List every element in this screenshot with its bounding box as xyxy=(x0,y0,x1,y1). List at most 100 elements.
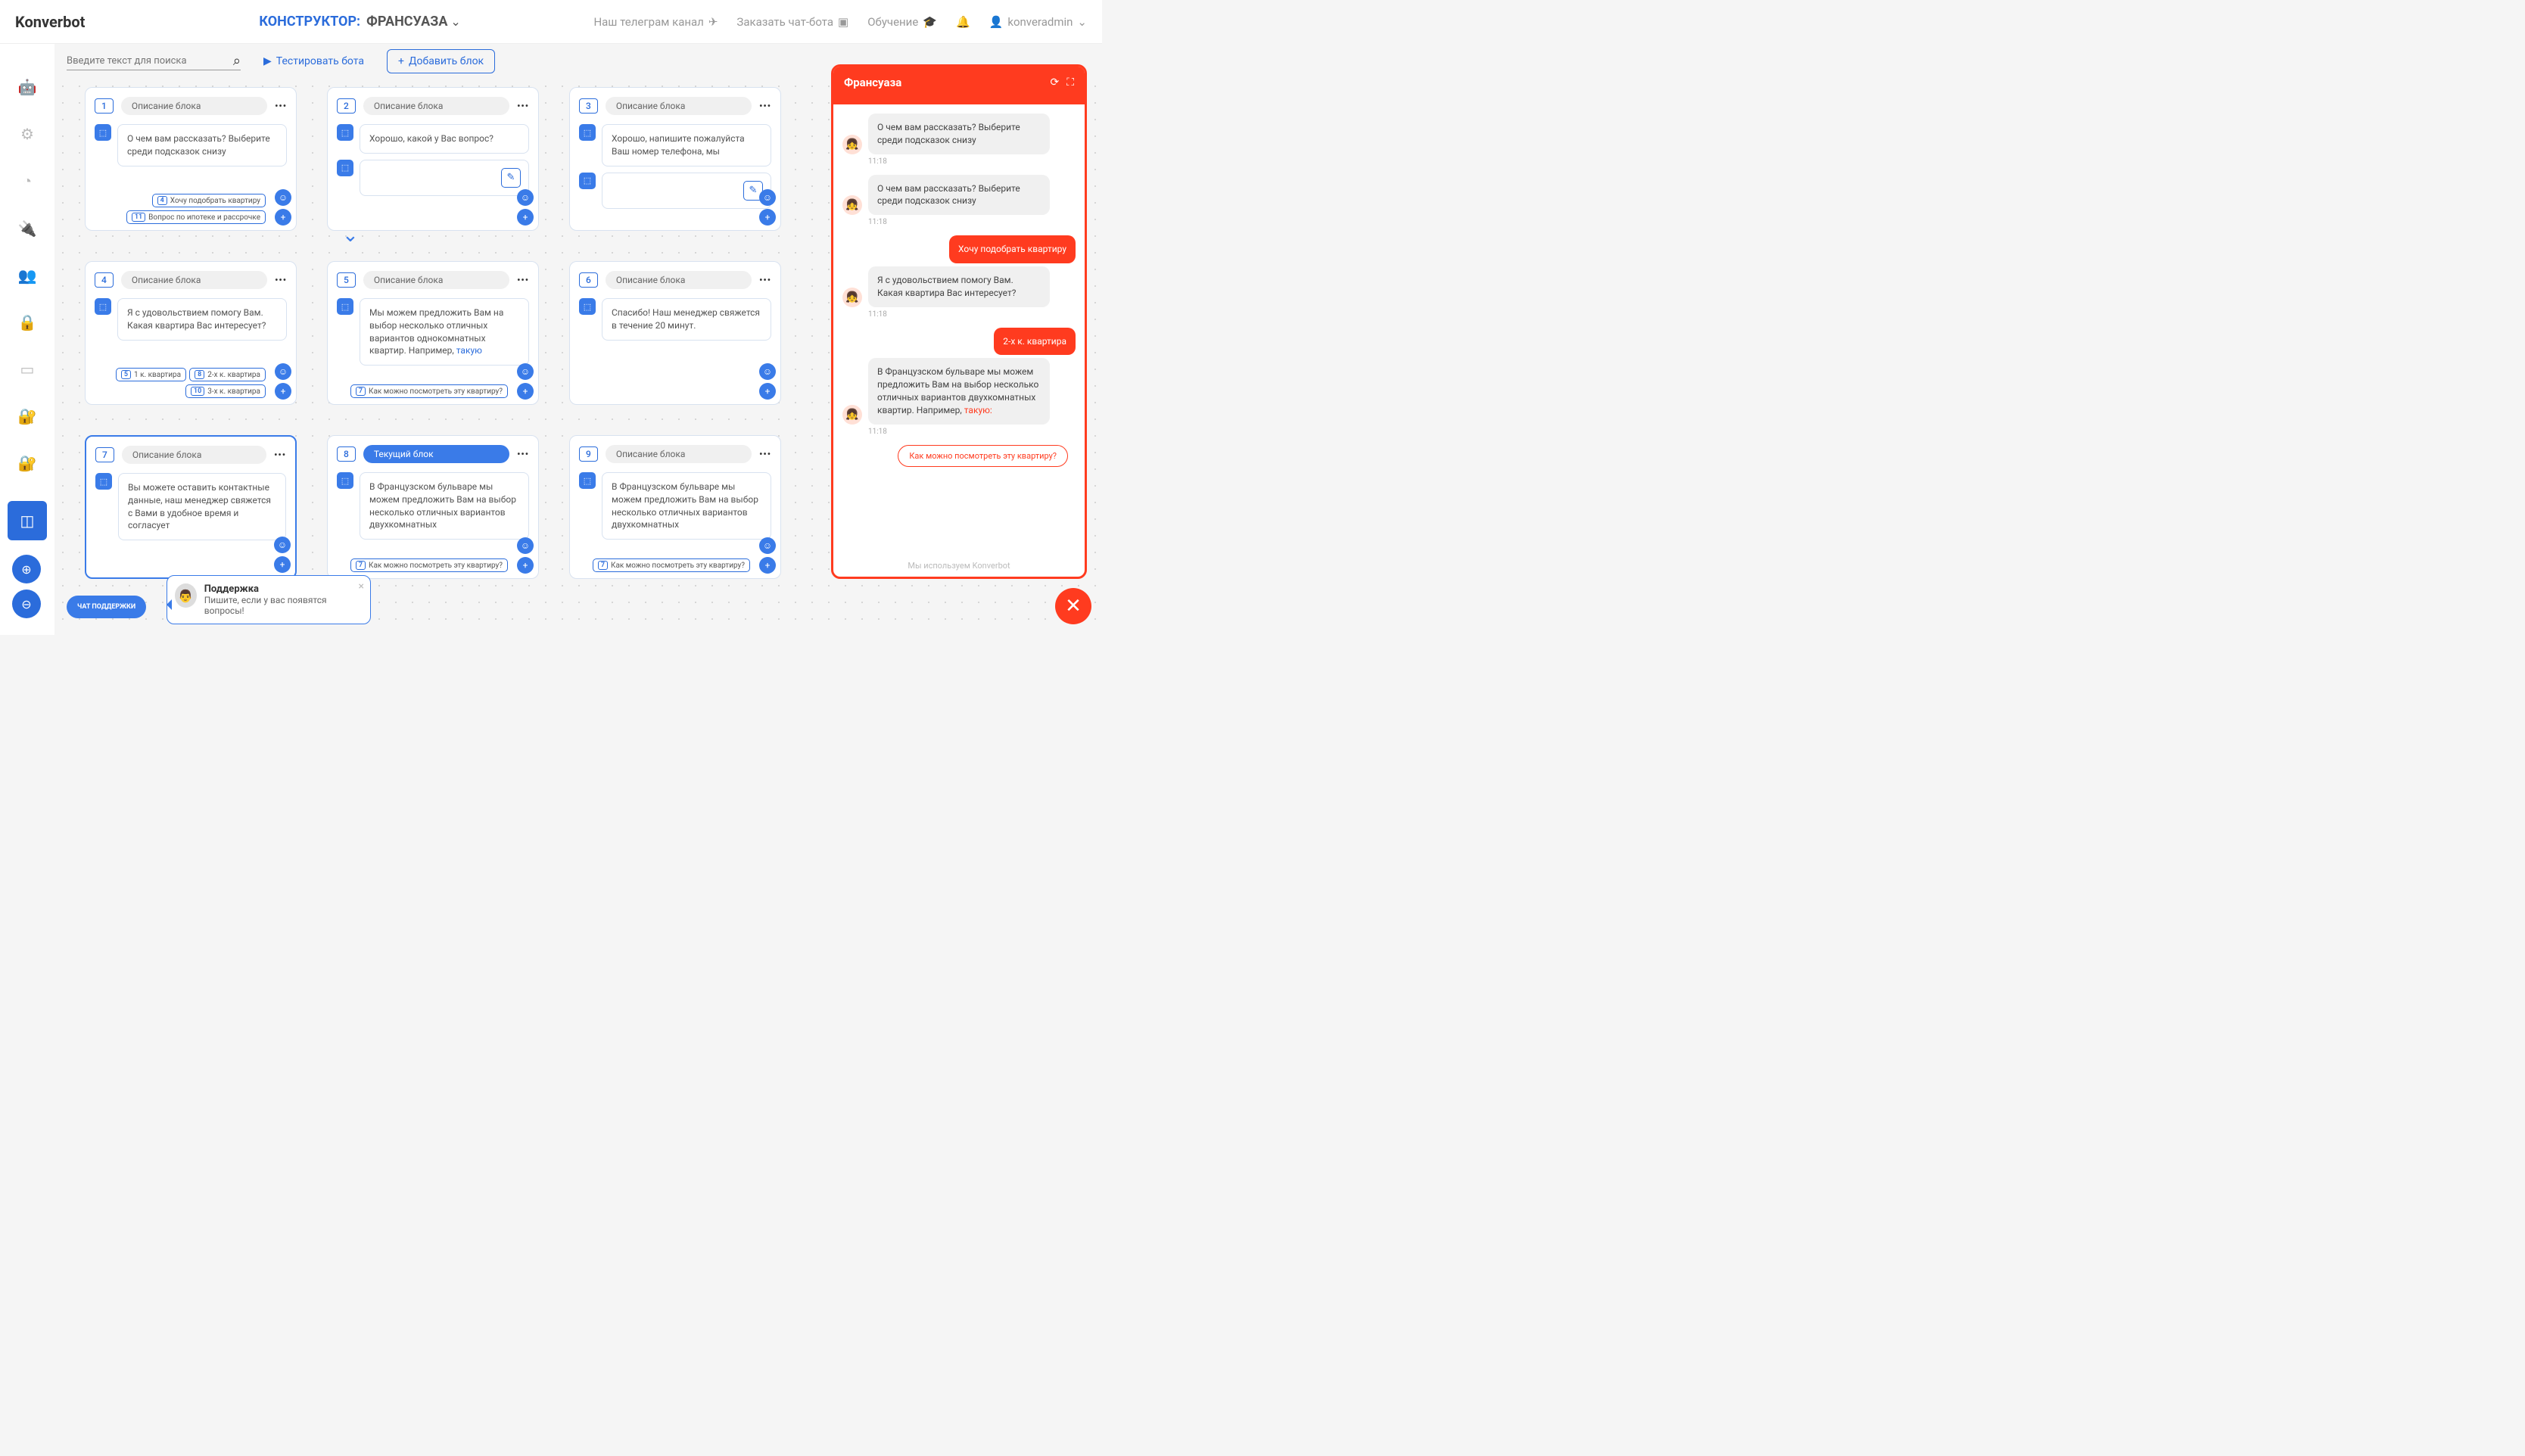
chevron-down-icon[interactable]: ⌄ xyxy=(450,14,460,29)
block-description[interactable]: Описание блока xyxy=(606,271,752,289)
block-description[interactable]: Описание блока xyxy=(606,97,752,115)
block-message[interactable]: Вы можете оставить контактные данные, на… xyxy=(118,473,286,540)
block-description[interactable]: Описание блока xyxy=(122,446,266,464)
builder-icon[interactable]: ◫ xyxy=(8,501,47,540)
input-field[interactable]: ✎ xyxy=(602,173,771,209)
add-icon[interactable]: + xyxy=(759,383,776,400)
preview-body[interactable]: 👧О чем вам рассказать? Выберите среди по… xyxy=(833,104,1085,555)
plug-icon[interactable]: 🔌 xyxy=(18,219,37,238)
bot-icon: ⬚ xyxy=(95,124,111,141)
order-link[interactable]: Заказать чат-бота▣ xyxy=(736,15,848,29)
person-icon[interactable]: ☺ xyxy=(275,363,291,380)
block-menu-icon[interactable]: ••• xyxy=(759,275,771,285)
block-number: 3 xyxy=(579,98,598,114)
search-icon[interactable]: ⌕ xyxy=(233,53,241,69)
search-input[interactable] xyxy=(67,52,233,70)
chip[interactable]: 82-х к. квартира xyxy=(189,368,266,381)
block-description[interactable]: Описание блока xyxy=(121,271,267,289)
add-icon[interactable]: + xyxy=(759,209,776,226)
add-icon[interactable]: + xyxy=(517,383,534,400)
chip[interactable]: 11Вопрос по ипотеке и рассрочке xyxy=(126,210,266,224)
block-description[interactable]: Описание блока xyxy=(121,97,267,115)
block-menu-icon[interactable]: ••• xyxy=(274,450,286,460)
zoom-in-button[interactable]: ⊕ xyxy=(12,555,41,583)
block-message[interactable]: Хорошо, напишите пожалуйста Ваш номер те… xyxy=(602,124,771,166)
expand-icon[interactable]: ⛶ xyxy=(1066,76,1074,89)
settings-icon[interactable]: ⚙ xyxy=(20,125,34,143)
chip[interactable]: 7Как можно посмотреть эту квартиру? xyxy=(593,558,750,572)
person-icon[interactable]: ☺ xyxy=(517,537,534,554)
refresh-icon[interactable]: ⟳ xyxy=(1050,76,1059,89)
chip[interactable]: 51 к. квартира xyxy=(116,368,186,381)
card-icon[interactable]: ▭ xyxy=(20,360,35,378)
user-lock-icon[interactable]: 🔒 xyxy=(18,313,37,331)
block-message[interactable]: Мы можем предложить Вам на выбор несколь… xyxy=(360,298,529,366)
person-icon[interactable]: ☺ xyxy=(517,363,534,380)
block-message[interactable]: Спасибо! Наш менеджер свяжется в течение… xyxy=(602,298,771,341)
close-icon[interactable]: × xyxy=(359,580,364,593)
block-7[interactable]: 7Описание блока•••⬚Вы можете оставить ко… xyxy=(85,435,297,579)
bot-name[interactable]: ФРАНСУАЗА xyxy=(366,14,447,30)
close-preview-button[interactable]: ✕ xyxy=(1055,588,1091,624)
block-menu-icon[interactable]: ••• xyxy=(517,275,529,285)
suggestion-chip[interactable]: Как можно посмотреть эту квартиру? xyxy=(898,445,1068,467)
bell-icon[interactable]: 🔔 xyxy=(956,15,970,29)
block-message[interactable]: Я с удовольствием помогу Вам. Какая квар… xyxy=(117,298,287,341)
learn-link[interactable]: Обучение🎓 xyxy=(867,15,937,29)
avatar: 👧 xyxy=(842,135,862,154)
edit-icon[interactable]: ✎ xyxy=(501,168,521,188)
zoom-out-button[interactable]: ⊖ xyxy=(12,590,41,618)
add-icon[interactable]: + xyxy=(517,209,534,226)
telegram-link[interactable]: Наш телеграм канал✈ xyxy=(593,15,718,29)
add-icon[interactable]: + xyxy=(275,209,291,226)
block-6[interactable]: 6Описание блока•••⬚Спасибо! Наш менеджер… xyxy=(569,261,781,405)
add-block-button[interactable]: +Добавить блок xyxy=(387,49,495,73)
chip[interactable]: 4Хочу подобрать квартиру xyxy=(152,194,266,207)
bot-icon[interactable]: 🤖 xyxy=(18,78,37,96)
block-menu-icon[interactable]: ••• xyxy=(275,101,287,111)
block-description[interactable]: Описание блока xyxy=(363,271,509,289)
add-icon[interactable]: + xyxy=(759,557,776,574)
block-menu-icon[interactable]: ••• xyxy=(759,101,771,111)
chart-icon[interactable]: ◔ xyxy=(23,172,32,191)
block-description[interactable]: Текущий блок xyxy=(363,445,509,463)
block-9[interactable]: 9Описание блока•••⬚В Французском бульвар… xyxy=(569,435,781,579)
person-icon[interactable]: ☺ xyxy=(759,363,776,380)
block-2[interactable]: 2Описание блока•••⬚Хорошо, какой у Вас в… xyxy=(327,87,539,231)
block-menu-icon[interactable]: ••• xyxy=(517,101,529,111)
person-icon[interactable]: ☺ xyxy=(275,189,291,206)
block-description[interactable]: Описание блока xyxy=(606,445,752,463)
block-message[interactable]: В Французском бульваре мы можем предложи… xyxy=(602,472,771,540)
block-3[interactable]: 3Описание блока•••⬚Хорошо, напишите пожа… xyxy=(569,87,781,231)
add-icon[interactable]: + xyxy=(274,556,291,573)
admin-lock-icon[interactable]: 🔐 xyxy=(18,454,37,472)
block-description[interactable]: Описание блока xyxy=(363,97,509,115)
add-icon[interactable]: + xyxy=(275,383,291,400)
block-message[interactable]: Хорошо, какой у Вас вопрос? xyxy=(360,124,529,154)
support-chip[interactable]: ЧАТ ПОДДЕРЖКИ xyxy=(67,596,146,618)
block-menu-icon[interactable]: ••• xyxy=(275,275,287,285)
users-icon[interactable]: 👥 xyxy=(18,266,37,285)
telegram-icon: ✈ xyxy=(708,15,718,29)
block-message[interactable]: О чем вам рассказать? Выберите среди под… xyxy=(117,124,287,166)
person-icon[interactable]: ☺ xyxy=(759,537,776,554)
user-menu[interactable]: 👤konveradmin⌄ xyxy=(989,15,1087,29)
person-icon[interactable]: ☺ xyxy=(274,537,291,553)
chip[interactable]: 7Как можно посмотреть эту квартиру? xyxy=(350,384,508,398)
group-lock-icon[interactable]: 🔐 xyxy=(18,407,37,425)
add-icon[interactable]: + xyxy=(517,557,534,574)
block-5[interactable]: 5Описание блока•••⬚Мы можем предложить В… xyxy=(327,261,539,405)
chip[interactable]: 7Как можно посмотреть эту квартиру? xyxy=(350,558,508,572)
block-4[interactable]: 4Описание блока•••⬚Я с удовольствием пом… xyxy=(85,261,297,405)
input-field[interactable]: ✎ xyxy=(360,160,529,196)
block-menu-icon[interactable]: ••• xyxy=(759,449,771,459)
block-1[interactable]: 1Описание блока•••⬚О чем вам рассказать?… xyxy=(85,87,297,231)
block-menu-icon[interactable]: ••• xyxy=(517,449,529,459)
test-bot-button[interactable]: ▶Тестировать бота xyxy=(263,55,364,67)
person-icon[interactable]: ☺ xyxy=(759,189,776,206)
bot-icon: ⬚ xyxy=(95,473,112,490)
block-8[interactable]: 8Текущий блок•••⬚В Французском бульваре … xyxy=(327,435,539,579)
chip[interactable]: 103-х к. квартира xyxy=(185,384,266,398)
block-message[interactable]: В Французском бульваре мы можем предложи… xyxy=(360,472,529,540)
person-icon[interactable]: ☺ xyxy=(517,189,534,206)
